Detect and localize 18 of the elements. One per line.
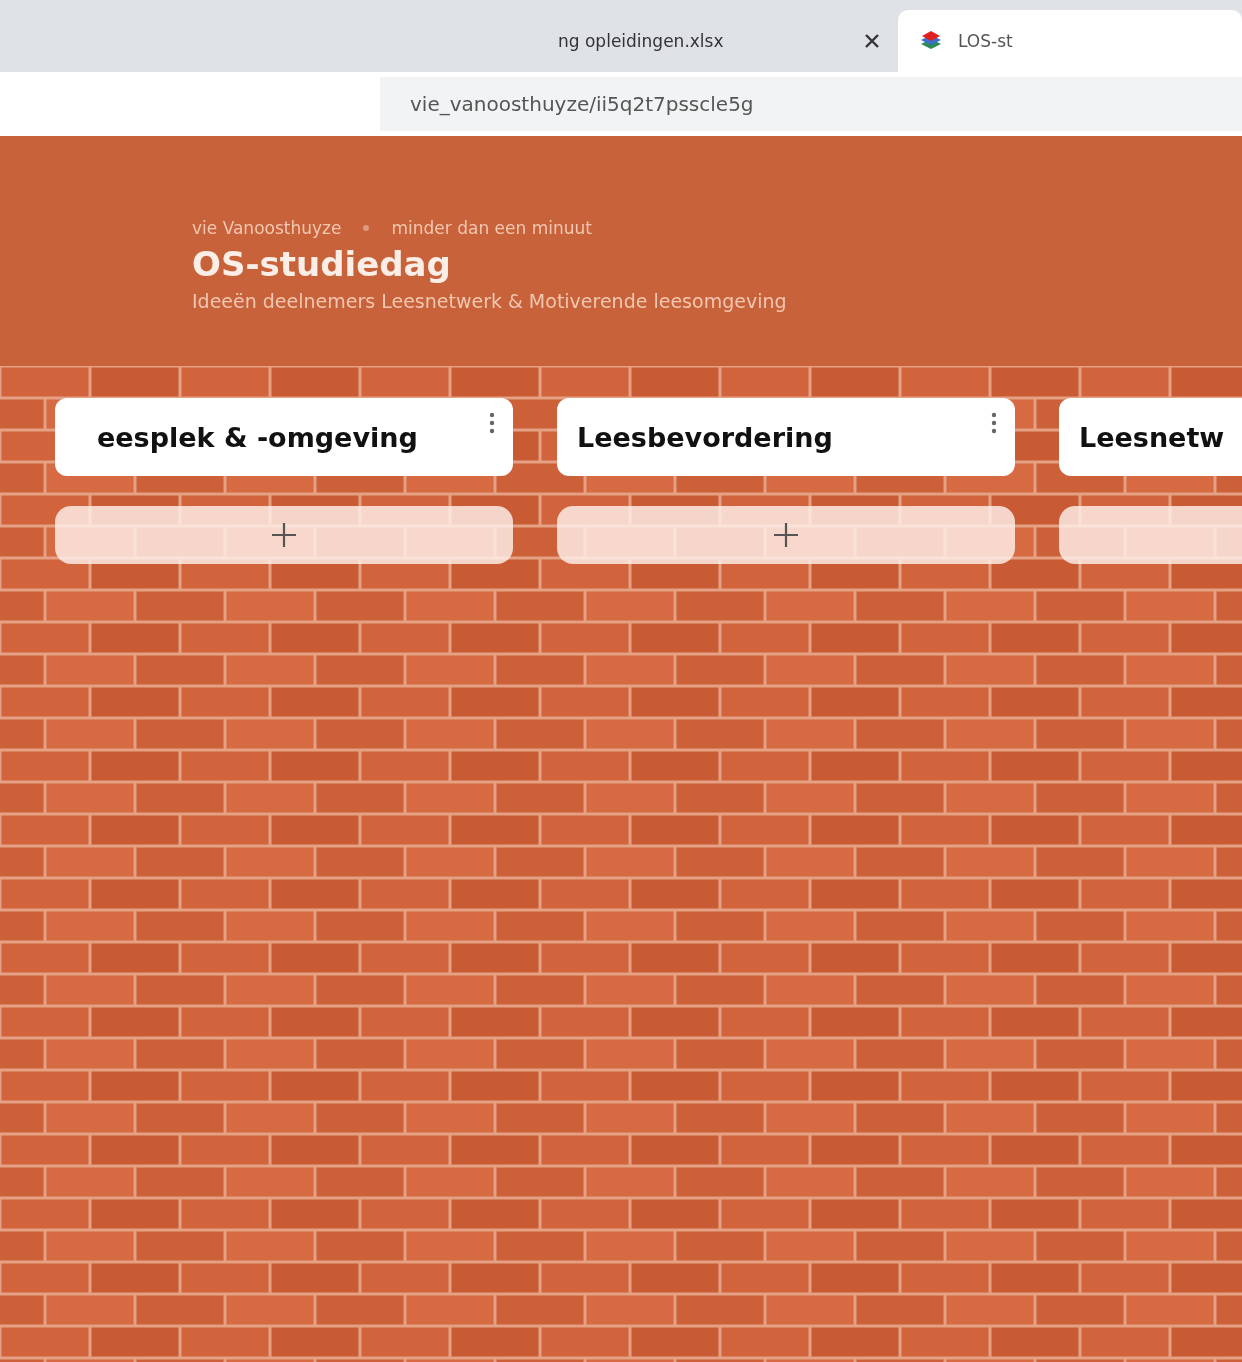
column-title: eesplek & -omgeving bbox=[97, 421, 418, 453]
author-name: vie Vanoosthuyze bbox=[192, 218, 342, 238]
browser-tab[interactable]: LOS-st bbox=[898, 10, 1242, 72]
tab-title: ng opleidingen.xlsx bbox=[558, 31, 724, 51]
more-options-icon[interactable] bbox=[489, 412, 495, 434]
plus-icon bbox=[271, 522, 297, 548]
column-title: Leesnetw bbox=[1079, 421, 1225, 453]
more-options-icon[interactable] bbox=[991, 412, 997, 434]
tab-title: LOS-st bbox=[958, 31, 1013, 51]
plus-icon bbox=[773, 522, 799, 548]
separator-dot bbox=[363, 225, 370, 231]
post-time: minder dan een minuut bbox=[391, 218, 592, 238]
address-bar[interactable]: vie_vanoosthuyze/ii5q2t7psscle5g bbox=[380, 77, 1242, 131]
board-title: OS-studiedag bbox=[192, 244, 452, 284]
browser-tab[interactable]: ng opleidingen.xlsx bbox=[540, 10, 898, 72]
column-title: Leesbevordering bbox=[577, 421, 833, 453]
close-icon[interactable] bbox=[864, 33, 880, 49]
board-description: Ideeën deelnemers Leesnetwerk & Motiverende leesomgeving bbox=[192, 290, 788, 312]
